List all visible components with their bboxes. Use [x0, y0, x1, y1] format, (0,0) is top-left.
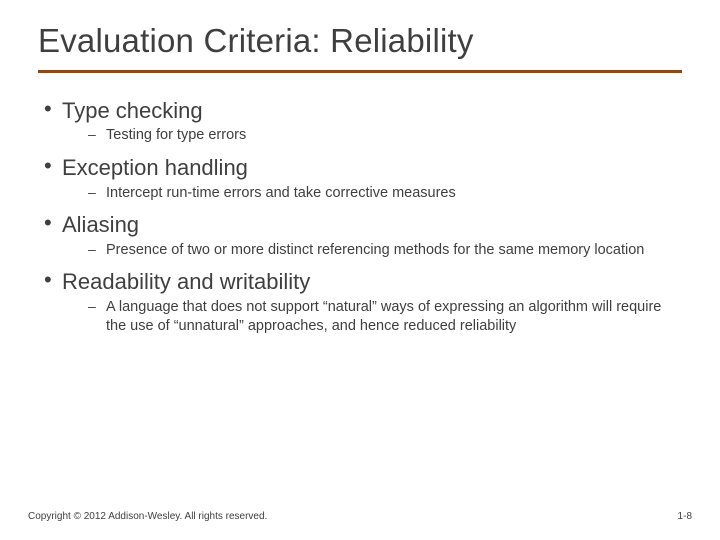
slide-title: Evaluation Criteria: Reliability: [38, 22, 682, 60]
bullet-icon: •: [44, 98, 62, 120]
sub-item: – A language that does not support “natu…: [88, 298, 682, 337]
bullet-icon: •: [44, 269, 62, 291]
bullet-text: Exception handling: [62, 154, 248, 182]
sub-text: A language that does not support “natura…: [106, 298, 666, 337]
bullet-text: Type checking: [62, 97, 203, 125]
sub-item: – Intercept run-time errors and take cor…: [88, 184, 682, 204]
list-item: • Readability and writability – A langua…: [44, 268, 682, 337]
sub-list: – Intercept run-time errors and take cor…: [44, 184, 682, 204]
bullet-text: Readability and writability: [62, 268, 310, 296]
bullet-text: Aliasing: [62, 211, 139, 239]
sub-text: Intercept run-time errors and take corre…: [106, 184, 456, 204]
dash-icon: –: [88, 126, 106, 142]
title-underline: [38, 70, 682, 73]
list-item: • Aliasing – Presence of two or more dis…: [44, 211, 682, 260]
sub-text: Presence of two or more distinct referen…: [106, 241, 644, 261]
bullet-icon: •: [44, 155, 62, 177]
list-item: • Type checking – Testing for type error…: [44, 97, 682, 146]
sub-list: – Presence of two or more distinct refer…: [44, 241, 682, 261]
list-item: • Exception handling – Intercept run-tim…: [44, 154, 682, 203]
sub-text: Testing for type errors: [106, 126, 246, 146]
bullet-icon: •: [44, 212, 62, 234]
sub-item: – Testing for type errors: [88, 126, 682, 146]
dash-icon: –: [88, 184, 106, 200]
sub-list: – Testing for type errors: [44, 126, 682, 146]
sub-list: – A language that does not support “natu…: [44, 298, 682, 337]
dash-icon: –: [88, 241, 106, 257]
dash-icon: –: [88, 298, 106, 314]
page-number: 1-8: [678, 511, 692, 522]
footer: Copyright © 2012 Addison-Wesley. All rig…: [28, 511, 692, 522]
sub-item: – Presence of two or more distinct refer…: [88, 241, 682, 261]
bullet-list: • Type checking – Testing for type error…: [38, 97, 682, 337]
copyright-text: Copyright © 2012 Addison-Wesley. All rig…: [28, 511, 267, 522]
slide: Evaluation Criteria: Reliability • Type …: [0, 0, 720, 540]
